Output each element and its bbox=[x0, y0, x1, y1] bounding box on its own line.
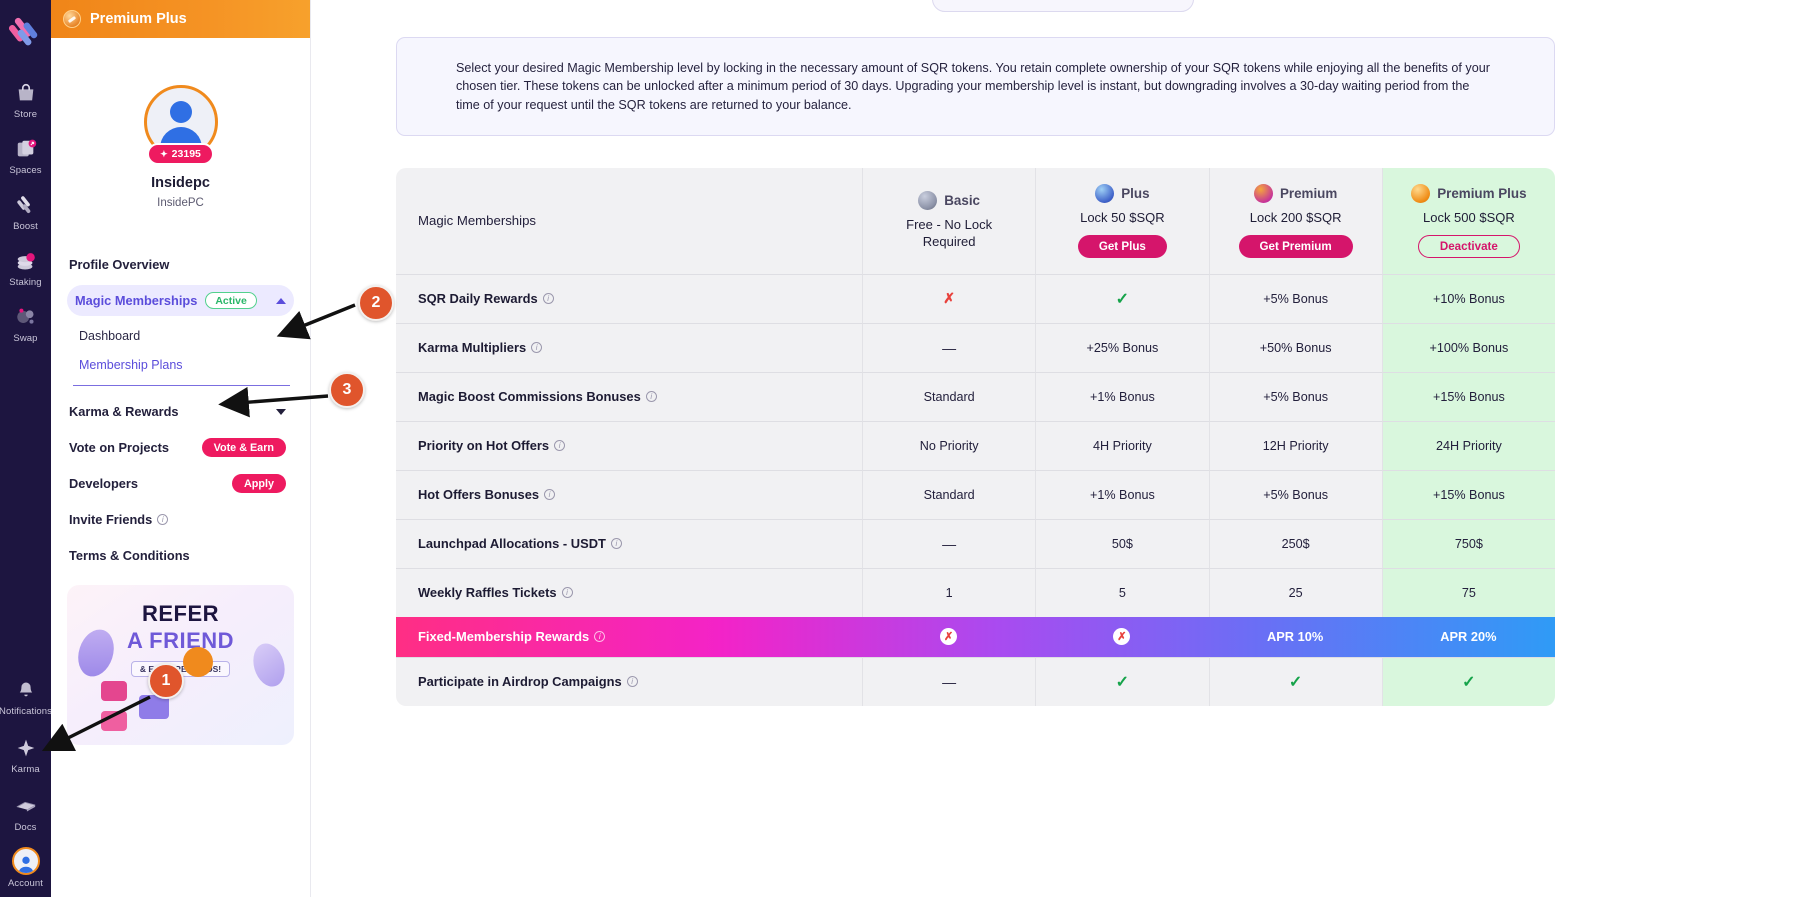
marker-number: 2 bbox=[358, 285, 394, 321]
marker-number: 1 bbox=[148, 663, 184, 699]
annotation-arrow-1 bbox=[41, 303, 356, 752]
annotation-marker-3: 3 bbox=[329, 372, 365, 408]
annotation-marker-1: 1 bbox=[148, 663, 184, 699]
marker-number: 3 bbox=[329, 372, 365, 408]
annotation-marker-2: 2 bbox=[358, 285, 394, 321]
app-root: Store Spaces Boost Staking Swap Notifica… bbox=[0, 0, 1814, 897]
